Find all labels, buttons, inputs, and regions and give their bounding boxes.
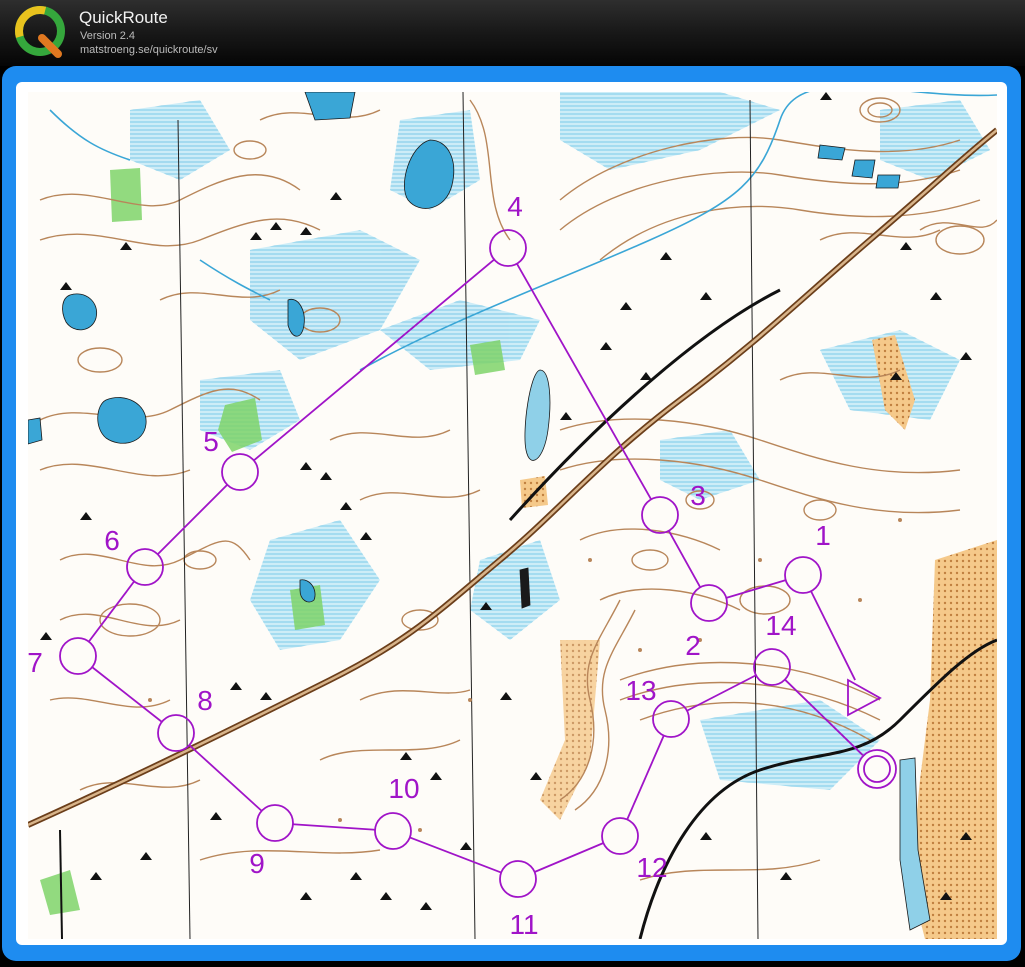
control-number-2: 2 (685, 630, 701, 661)
control-number-10: 10 (388, 773, 419, 804)
control-number-6: 6 (104, 525, 120, 556)
control-number-12: 12 (636, 852, 667, 883)
control-number-7: 7 (27, 647, 43, 678)
control-number-1: 1 (815, 520, 831, 551)
control-number-3: 3 (690, 480, 706, 511)
control-number-14: 14 (765, 610, 796, 641)
control-number-9: 9 (249, 848, 265, 879)
orienteering-map[interactable]: 1234567891011121314 (0, 0, 1025, 967)
control-number-13: 13 (625, 675, 656, 706)
control-number-5: 5 (203, 426, 219, 457)
control-number-4: 4 (507, 191, 523, 222)
control-number-8: 8 (197, 685, 213, 716)
control-number-11: 11 (509, 909, 538, 940)
